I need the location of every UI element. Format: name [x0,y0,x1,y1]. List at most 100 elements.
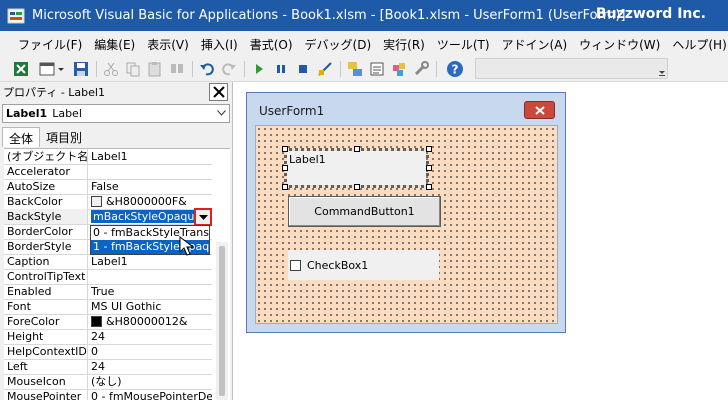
break-icon[interactable] [272,60,290,78]
property-row[interactable]: MousePointer 0 - fmMousePointerDe [4,389,212,400]
brand-label: Buzzword Inc. [595,6,706,22]
menu-file[interactable]: ファイル(F) [12,36,88,53]
menu-format[interactable]: 書式(O) [244,36,299,53]
toolbar-separator [192,61,193,77]
property-value[interactable]: 0 - fmMousePointerDe [89,389,212,400]
run-icon[interactable] [250,60,268,78]
vba-app-icon [7,8,25,23]
property-value[interactable]: &H80000012& [89,314,212,329]
property-value-selected[interactable]: mBackStyleOpaque [89,209,195,224]
resize-handle[interactable] [282,165,288,171]
userform-close-button[interactable] [524,101,555,119]
tab-categorized[interactable]: 項目別 [40,127,88,147]
chevron-down-icon[interactable] [217,110,226,116]
window-title: Microsoft Visual Basic for Applications … [32,8,626,23]
property-row[interactable]: Font MS UI Gothic [4,299,212,315]
copy-icon[interactable] [124,60,142,78]
property-value[interactable]: Label1 [89,149,212,164]
menu-help[interactable]: ヘルプ(H) [666,36,728,53]
menu-debug[interactable]: デバッグ(D) [299,36,378,53]
resize-handle[interactable] [282,146,288,152]
chevron-down-icon[interactable] [657,59,667,78]
position-combo[interactable] [475,58,668,79]
property-row[interactable]: HelpContextID 0 [4,344,212,360]
menu-tools[interactable]: ツール(T) [431,36,496,53]
property-row[interactable]: Left 24 [4,359,212,375]
menu-insert[interactable]: 挿入(I) [195,36,244,53]
property-value[interactable]: &H8000000F& [89,194,212,209]
userform-canvas[interactable]: Label1 CommandButton1 CheckBox1 [255,125,558,324]
toolbar-separator [340,61,341,77]
properties-close-button[interactable] [209,83,228,101]
command-button-control[interactable]: CommandButton1 [288,196,441,227]
resize-handle[interactable] [426,165,432,171]
resize-handle[interactable] [426,146,432,152]
toolbox-icon[interactable] [412,60,430,78]
menu-window[interactable]: ウィンドウ(W) [573,36,666,53]
property-row[interactable]: ControlTipText [4,269,212,285]
find-icon[interactable] [168,60,186,78]
forecolor-swatch [91,316,102,327]
resize-handle[interactable] [354,146,360,152]
property-name: Font [4,299,88,314]
property-value[interactable]: 0 [89,344,212,359]
property-row[interactable]: BackColor &H8000000F& [4,194,212,210]
backstyle-dropdown-button[interactable] [194,208,212,226]
help-icon[interactable]: ? [446,60,464,78]
save-icon[interactable] [72,60,90,78]
cut-icon[interactable] [102,60,120,78]
object-name: Label1 [6,107,48,120]
property-grid-scrollbar[interactable] [216,242,228,400]
project-explorer-icon[interactable] [346,60,364,78]
tab-alphabetic[interactable]: 全体 [2,127,41,147]
property-row[interactable]: (オブジェクト名) Label1 [4,149,212,165]
menu-view[interactable]: 表示(V) [141,36,195,53]
property-value[interactable]: MS UI Gothic [89,299,212,314]
excel-view-icon[interactable] [12,60,30,78]
menu-addins[interactable]: アドイン(A) [496,36,574,53]
redo-icon[interactable] [220,60,238,78]
object-browser-icon[interactable] [390,60,408,78]
object-type: Label [52,107,82,120]
userform-window[interactable]: UserForm1 Label1 CommandButton1 CheckBox… [246,92,566,333]
property-value[interactable]: False [89,179,212,194]
resize-handle[interactable] [354,184,360,190]
backstyle-value: mBackStyleOpaque [91,210,195,223]
paste-icon[interactable] [146,60,164,78]
property-row[interactable]: AutoSize False [4,179,212,195]
userform-title: UserForm1 [259,104,325,118]
property-row-selected[interactable]: BackStyle mBackStyleOpaque [4,208,212,226]
property-row[interactable]: Height 24 [4,329,212,345]
checkbox-control[interactable]: CheckBox1 [288,250,439,280]
insert-userform-icon[interactable] [38,60,56,78]
property-row[interactable]: ForeColor &H80000012& [4,314,212,330]
property-name: (オブジェクト名) [4,149,88,164]
checkbox-label: CheckBox1 [307,258,369,272]
menu-run[interactable]: 実行(R) [377,36,431,53]
property-value[interactable] [89,164,212,179]
label-control[interactable]: Label1 [287,151,426,185]
menu-edit[interactable]: 編集(E) [88,36,141,53]
property-name: Accelerator [4,164,88,179]
property-row[interactable]: Accelerator [4,164,212,180]
object-selector[interactable]: Label1 Label [2,104,230,123]
properties-window-icon[interactable] [368,60,386,78]
checkbox-box[interactable] [290,259,301,271]
forecolor-value: &H80000012& [106,315,188,328]
property-row[interactable]: MouseIcon (なし) [4,374,212,390]
property-value[interactable] [89,269,212,284]
property-row[interactable]: Enabled True [4,284,212,300]
reset-icon[interactable] [294,60,312,78]
property-name: ControlTipText [4,269,88,284]
undo-icon[interactable] [198,60,216,78]
property-value[interactable]: True [89,284,212,299]
insert-dropdown-icon[interactable] [56,60,66,78]
resize-handle[interactable] [426,184,432,190]
properties-title: プロパティ - Label1 [3,86,105,99]
menu-bar: ファイル(F) 編集(E) 表示(V) 挿入(I) 書式(O) デバッグ(D) … [0,31,728,57]
property-value[interactable]: 24 [89,329,212,344]
design-mode-icon[interactable] [316,60,334,78]
property-value[interactable]: 24 [89,359,212,374]
property-value[interactable]: (なし) [89,374,212,389]
resize-handle[interactable] [282,184,288,190]
